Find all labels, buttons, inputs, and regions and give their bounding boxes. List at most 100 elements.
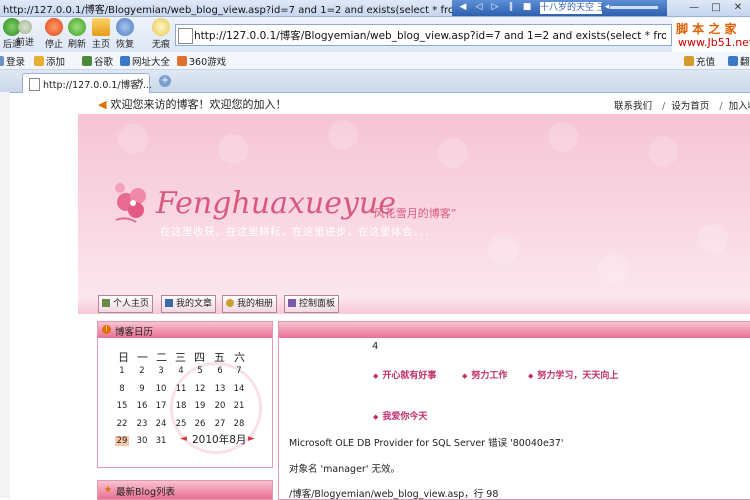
new-tab-button[interactable]: + [159, 75, 171, 87]
calendar-day[interactable]: 4 [174, 366, 188, 376]
calendar-day[interactable]: 7 [232, 366, 246, 376]
calendar-day[interactable]: 14 [232, 384, 246, 394]
bookmark-360-games[interactable]: 360游戏 [177, 54, 226, 68]
bookmark-login[interactable]: 登录 [0, 54, 25, 68]
bookmark-translate[interactable]: 翻 [728, 54, 750, 68]
set-homepage-link[interactable]: 设为首页 [671, 101, 709, 112]
speaker-icon: ◀ [98, 98, 107, 111]
page-icon [178, 28, 193, 44]
calendar-day[interactable]: 3 [154, 366, 168, 376]
stop-button[interactable]: 停止 [42, 18, 66, 50]
weekday-mon: 一 [137, 351, 148, 364]
article-icon [165, 299, 173, 307]
welcome-message: ◀ 欢迎您来访的博客！欢迎您的加入！ [98, 98, 287, 111]
incognito-button[interactable]: 无痕 [149, 18, 173, 50]
restore-button[interactable]: 恢复 [113, 18, 137, 50]
pause-icon[interactable]: ‖ [506, 2, 516, 13]
blog-calendar: ! 博客日历 日 一 二 三 四 五 六 1 2 3 4 5 6 7 8 9 10 11 12 13 14… [97, 321, 273, 468]
play-icon[interactable]: ▷ [490, 2, 500, 13]
close-tab-icon[interactable]: ✕ [136, 77, 144, 88]
refresh-button[interactable]: 刷新 [65, 18, 89, 50]
forward-arrow-icon [18, 20, 32, 34]
page-scroll-gutter [0, 92, 10, 498]
calendar-day[interactable]: 17 [154, 401, 168, 411]
calendar-day[interactable]: 22 [115, 419, 129, 429]
calendar-day[interactable]: 29 [115, 436, 129, 446]
calendar-day[interactable]: 13 [213, 384, 227, 394]
article-panel-header [279, 322, 750, 338]
previous-month-button[interactable]: ◄ [180, 434, 187, 444]
flower-logo-icon [115, 183, 146, 223]
post-link[interactable]: ◆ 努力学习，天天向上 [528, 368, 618, 381]
calendar-day[interactable]: 31 [154, 436, 168, 446]
volume-slider[interactable] [610, 6, 658, 9]
calendar-day[interactable]: 10 [154, 384, 168, 394]
address-bar[interactable] [175, 24, 672, 46]
post-link[interactable]: ◆ 我爱你今天 [373, 409, 427, 422]
address-input[interactable] [194, 26, 666, 44]
home-button[interactable]: 主页 [89, 18, 113, 50]
calendar-day[interactable]: 24 [154, 419, 168, 429]
calendar-day[interactable]: 28 [232, 419, 246, 429]
window-title: http://127.0.0.1/博客/Blogyemian/web_blog_… [3, 5, 458, 16]
incognito-face-icon [152, 18, 170, 36]
calendar-day[interactable]: 19 [193, 401, 207, 411]
banner-pattern [438, 138, 468, 168]
calendar-day[interactable]: 18 [174, 401, 188, 411]
add-bookmark-icon [34, 56, 44, 66]
add-favorite-link[interactable]: 加入收藏 [729, 101, 750, 112]
bookmark-google[interactable]: 谷歌 [82, 54, 113, 68]
calendar-day[interactable]: 6 [213, 366, 227, 376]
tab-bar: http://127.0.0.1/博客/... ✕ + [0, 70, 750, 93]
calendar-day[interactable]: 11 [174, 384, 188, 394]
translate-icon [728, 56, 738, 66]
bookmark-url-directory[interactable]: 网址大全 [120, 54, 170, 68]
bookmark-recharge[interactable]: 充值 [684, 54, 715, 68]
post-link[interactable]: ◆ 开心就有好事 [373, 368, 436, 381]
nav-personal-home[interactable]: 个人主页 [98, 295, 154, 313]
tab-blog-page[interactable]: http://127.0.0.1/博客/... ✕ [22, 73, 152, 93]
rewind-icon[interactable]: ◁ [474, 2, 484, 13]
forward-button[interactable]: 前进 [13, 18, 37, 48]
calendar-day[interactable]: 5 [193, 366, 207, 376]
banner-pattern [328, 120, 358, 150]
nav-my-album[interactable]: 我的相册 [222, 295, 278, 313]
bookmark-add[interactable]: 添加 [34, 54, 65, 68]
calendar-day[interactable]: 1 [115, 366, 129, 376]
link-separator: / [662, 101, 666, 112]
weekday-tue: 二 [156, 351, 167, 364]
nav-control-panel[interactable]: 控制面板 [284, 295, 340, 313]
calendar-day[interactable]: 23 [135, 419, 149, 429]
nav-my-articles[interactable]: 我的文章 [161, 295, 217, 313]
banner-pattern [488, 234, 518, 264]
banner-pattern [648, 136, 678, 166]
next-month-button[interactable]: ► [248, 434, 255, 444]
stop-x-icon [45, 18, 63, 36]
calendar-day[interactable]: 26 [193, 419, 207, 429]
banner-pattern [698, 224, 728, 254]
maximize-button[interactable]: □ [708, 2, 724, 14]
calendar-day[interactable]: 21 [232, 401, 246, 411]
watermark-url: www.Jb51.net [678, 36, 750, 49]
calendar-day[interactable]: 25 [174, 419, 188, 429]
calendar-day[interactable]: 8 [115, 384, 129, 394]
google-icon [82, 56, 92, 66]
minimize-button[interactable]: — [686, 2, 702, 14]
previous-icon[interactable]: ◀ [458, 2, 468, 13]
calendar-day[interactable]: 20 [213, 401, 227, 411]
close-window-button[interactable]: ✕ [730, 2, 746, 14]
calendar-day[interactable]: 30 [135, 436, 149, 446]
user-icon [0, 56, 4, 66]
calendar-day[interactable]: 27 [213, 419, 227, 429]
contact-us-link[interactable]: 联系我们 [614, 101, 652, 112]
calendar-day[interactable]: 12 [193, 384, 207, 394]
calendar-title: 博客日历 [115, 327, 154, 338]
blog-slogan: 在这里收获，在这里耕耘，在这里进步，在这里体会．．． [160, 226, 436, 238]
weekday-sat: 六 [234, 351, 245, 364]
calendar-day[interactable]: 2 [135, 366, 149, 376]
post-link[interactable]: ◆ 努力工作 [462, 368, 507, 381]
calendar-day[interactable]: 16 [135, 401, 149, 411]
calendar-day[interactable]: 15 [115, 401, 129, 411]
calendar-day[interactable]: 9 [135, 384, 149, 394]
stop-icon[interactable]: ■ [522, 2, 532, 13]
